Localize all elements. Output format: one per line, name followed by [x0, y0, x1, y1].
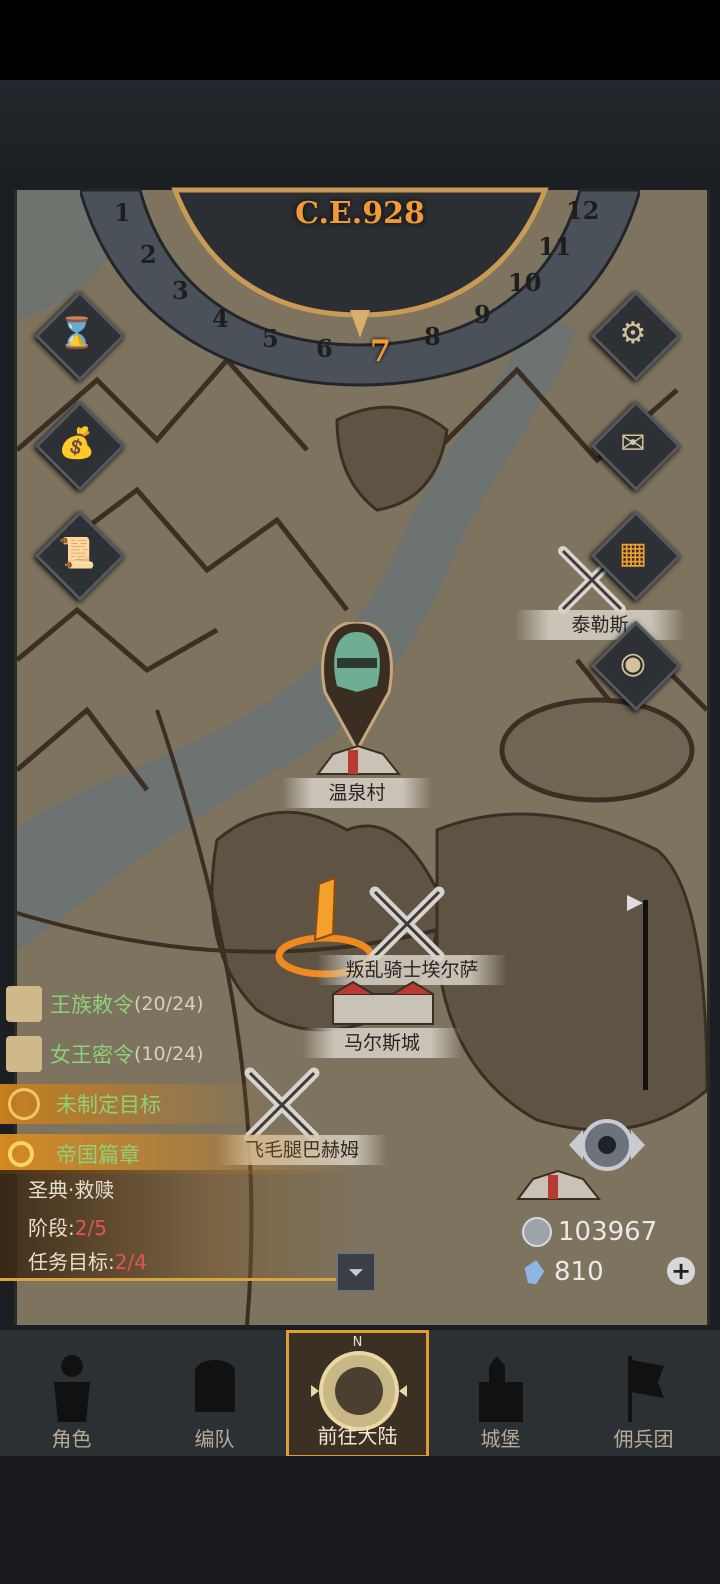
plus-icon: +: [670, 1257, 692, 1285]
nav-role[interactable]: 角色: [0, 1330, 143, 1458]
crystal-icon: [522, 1258, 546, 1285]
stage-value: 2/5: [74, 1216, 107, 1240]
banner-icon: [628, 1356, 664, 1422]
no-goal-label: 未制定目标: [56, 1093, 161, 1117]
month-12[interactable]: 12: [566, 196, 599, 225]
month-8[interactable]: 8: [424, 322, 441, 351]
chevron-down-icon: ⏷: [348, 1260, 364, 1284]
castle-city-icon[interactable]: [323, 980, 443, 1030]
bottom-nav: 角色 编队 N 前往大陆 城堡 佣兵团: [0, 1328, 720, 1458]
quest-empire-chapter[interactable]: 帝国篇章: [0, 1134, 360, 1174]
stage-label: 阶段:: [28, 1216, 75, 1240]
mail-icon: ✉: [620, 425, 646, 461]
flag-icon: [627, 895, 643, 911]
gear-icon: ⚙: [619, 315, 647, 351]
helmet-icon: [195, 1360, 235, 1412]
knight-icon: [54, 1355, 90, 1422]
month-7-active[interactable]: 7: [370, 334, 391, 369]
stage-row: 阶段:2/5: [28, 1212, 107, 1241]
nav-mercenary-label: 佣兵团: [613, 1427, 674, 1451]
nav-role-label: 角色: [51, 1427, 92, 1451]
nav-continent[interactable]: N 前往大陆: [286, 1330, 429, 1458]
crystal-amount: 810: [554, 1257, 604, 1287]
status-bar: [0, 0, 720, 80]
month-9[interactable]: 9: [474, 300, 491, 329]
nav-mercenary[interactable]: 佣兵团: [572, 1330, 715, 1458]
scroll-icon: 📜: [58, 535, 96, 571]
target-check-icon: [8, 1088, 40, 1120]
castle-icon: [479, 1356, 523, 1422]
quest-no-goal[interactable]: 未制定目标: [0, 1084, 270, 1124]
month-5[interactable]: 5: [262, 324, 279, 353]
nav-formation-label: 编队: [194, 1427, 235, 1451]
bag-icon: 💰: [58, 425, 96, 461]
crossed-swords-icon[interactable]: [367, 884, 447, 964]
month-1[interactable]: 1: [114, 198, 131, 227]
silver-resource: 103967: [522, 1214, 657, 1250]
hourglass-icon: ⌛: [58, 315, 96, 351]
era-year: C.E.928: [295, 196, 425, 231]
location-label-marls-city[interactable]: 马尔斯城: [302, 1028, 462, 1058]
scroll-icon: [6, 986, 42, 1022]
month-10[interactable]: 10: [508, 268, 541, 297]
chapter-name: 圣典·救赎: [28, 1178, 115, 1202]
quest-title: 王族敕令: [50, 993, 134, 1017]
nav-castle-label: 城堡: [480, 1427, 521, 1451]
nav-continent-label: 前往大陆: [317, 1424, 398, 1448]
month-11[interactable]: 11: [538, 232, 571, 261]
nav-castle[interactable]: 城堡: [429, 1330, 572, 1458]
grid-icon: ▦: [618, 535, 648, 571]
collapse-button[interactable]: ⏷: [336, 1252, 376, 1292]
compass-letter: N: [352, 1335, 363, 1350]
quest-count: (10/24): [134, 1043, 204, 1065]
search-icon: [8, 1141, 34, 1167]
crystal-resource: 810: [524, 1254, 604, 1290]
task-value: 2/4: [114, 1250, 147, 1274]
quest-count: (20/24): [134, 993, 204, 1015]
locate-icon[interactable]: [547, 1110, 667, 1180]
bottom-strip: [0, 1456, 720, 1584]
quest-title: 女王密令: [50, 1043, 134, 1067]
month-2[interactable]: 2: [140, 240, 157, 269]
month-4[interactable]: 4: [212, 304, 229, 333]
quest-royal-order[interactable]: 王族敕令 (20/24): [0, 984, 260, 1024]
month-6[interactable]: 6: [316, 334, 333, 363]
quest-queen-order[interactable]: 女王密令 (10/24): [0, 1034, 260, 1074]
month-3[interactable]: 3: [172, 276, 189, 305]
location-label-hot-spring[interactable]: 温泉村: [282, 778, 432, 808]
chapter-panel[interactable]: 圣典·救赎 阶段:2/5 任务目标:2/4: [0, 1170, 360, 1281]
task-label: 任务目标:: [28, 1250, 115, 1274]
hot-spring-village-icon[interactable]: [313, 740, 403, 780]
silver-coin-icon: [522, 1217, 552, 1247]
task-row: 任务目标:2/4: [28, 1246, 147, 1275]
nav-formation[interactable]: 编队: [143, 1330, 286, 1458]
scroll-icon: [6, 1036, 42, 1072]
empire-chapter-label: 帝国篇章: [56, 1143, 140, 1167]
add-crystal-button[interactable]: +: [667, 1257, 695, 1285]
silver-amount: 103967: [558, 1217, 658, 1247]
zoom-slider[interactable]: [643, 900, 648, 1090]
coin-icon: ◉: [619, 645, 647, 681]
knight-helmet-marker[interactable]: [317, 622, 397, 752]
